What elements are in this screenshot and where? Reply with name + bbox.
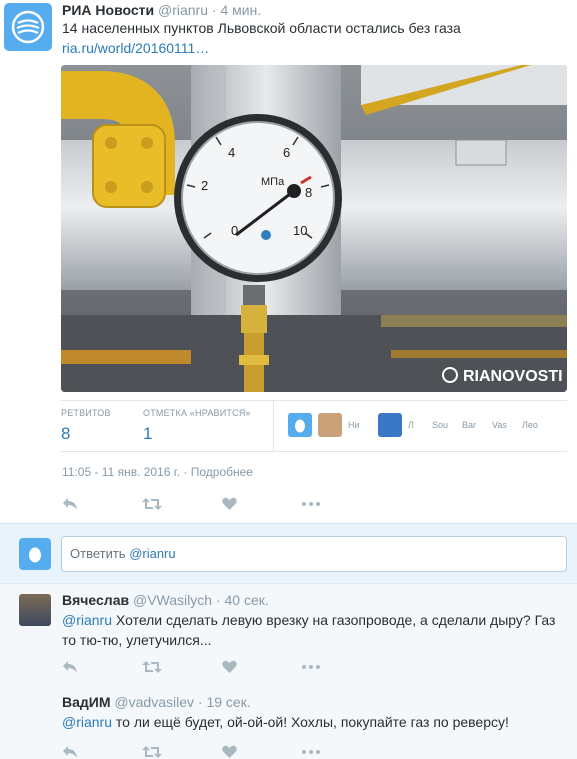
like-button[interactable] bbox=[222, 658, 302, 676]
more-button[interactable] bbox=[302, 743, 382, 759]
retweet-button[interactable] bbox=[142, 743, 222, 759]
heart-icon bbox=[222, 660, 237, 673]
liker-name[interactable]: Vas bbox=[492, 420, 516, 430]
reply-tweet[interactable]: ВадИМ @vadvasilev · 19 сек. @rianru то л… bbox=[0, 686, 577, 759]
tweet-link[interactable]: ria.ru/world/20160111… bbox=[62, 40, 209, 56]
liker-avatar[interactable] bbox=[288, 413, 312, 437]
reply-icon bbox=[63, 746, 77, 758]
reply-mention[interactable]: @rianru bbox=[62, 714, 112, 730]
reply-author-name[interactable]: Вячеслав bbox=[62, 592, 129, 608]
heart-icon bbox=[222, 745, 237, 758]
tweet-text: 14 населенных пунктов Львовской области … bbox=[62, 18, 562, 58]
tweet-stats: РЕТВИТОВ 8 ОТМЕТКА «НРАВИТСЯ» 1 Ни Л Sou… bbox=[61, 400, 567, 452]
liker-avatar[interactable] bbox=[318, 413, 342, 437]
reply-time[interactable]: 19 сек. bbox=[206, 694, 250, 710]
liker-name[interactable]: Sou bbox=[432, 420, 456, 430]
liker-name[interactable]: Bar bbox=[462, 420, 486, 430]
like-button[interactable] bbox=[222, 743, 302, 759]
reply-actions bbox=[62, 658, 382, 676]
liker-avatar[interactable] bbox=[378, 413, 402, 437]
reply-text: @rianru то ли ещё будет, ой-ой-ой! Хохлы… bbox=[62, 712, 567, 732]
meta-separator: · bbox=[215, 592, 221, 608]
tweet-header: РИА Новости @rianru · 4 мин. bbox=[62, 2, 261, 18]
heart-icon bbox=[222, 497, 237, 510]
reply-header: ВадИМ @vadvasilev · 19 сек. bbox=[62, 694, 251, 710]
reply-avatar[interactable] bbox=[19, 594, 51, 626]
gauge-tick-2: 2 bbox=[201, 178, 208, 193]
reply-actions bbox=[62, 743, 382, 759]
tweet-body: 14 населенных пунктов Львовской области … bbox=[62, 20, 461, 36]
meta-separator: · bbox=[211, 2, 217, 18]
reply-prefix: Ответить bbox=[70, 546, 130, 561]
tweet-timestamp: 11:05 - 11 янв. 2016 г. · Подробнее bbox=[62, 465, 253, 479]
tweet-time[interactable]: 4 мин. bbox=[220, 2, 261, 18]
more-button[interactable] bbox=[302, 658, 382, 676]
reply-body: то ли ещё будет, ой-ой-ой! Хохлы, покупа… bbox=[112, 714, 509, 730]
author-avatar[interactable] bbox=[4, 3, 52, 51]
timestamp-separator: · bbox=[183, 465, 188, 479]
reply-author-name[interactable]: ВадИМ bbox=[62, 694, 111, 710]
retweet-icon bbox=[142, 746, 162, 758]
likers-list: Ни Л Sou Bar Vas Лео bbox=[288, 413, 552, 437]
reply-input[interactable]: Ответить @rianru bbox=[61, 536, 567, 572]
tweet-photo[interactable]: 0 2 4 6 8 10 МПа RIANOVOSTI bbox=[61, 65, 567, 392]
likes-stat[interactable]: ОТМЕТКА «НРАВИТСЯ» 1 bbox=[143, 408, 251, 444]
reply-icon bbox=[63, 661, 77, 673]
ria-logo-icon bbox=[11, 10, 45, 44]
liker-name[interactable]: Ни bbox=[348, 420, 372, 430]
timestamp-text[interactable]: 11:05 - 11 янв. 2016 г. bbox=[62, 465, 180, 479]
gauge-unit: МПа bbox=[261, 176, 285, 188]
author-name[interactable]: РИА Новости bbox=[62, 2, 154, 18]
more-dots-icon bbox=[302, 502, 320, 506]
details-link[interactable]: Подробнее bbox=[191, 465, 253, 479]
gauge-tick-10: 10 bbox=[293, 223, 307, 238]
user-avatar bbox=[19, 538, 51, 570]
more-dots-icon bbox=[302, 665, 320, 669]
reply-author-handle[interactable]: @VWasilych bbox=[133, 592, 212, 608]
photo-watermark: RIANOVOSTI bbox=[463, 368, 563, 385]
more-dots-icon bbox=[302, 750, 320, 754]
liker-name[interactable]: Л bbox=[408, 420, 426, 430]
reply-compose: Ответить @rianru bbox=[0, 523, 577, 583]
retweet-button[interactable] bbox=[142, 495, 222, 513]
reply-body: Хотели сделать левую врезку на газопрово… bbox=[62, 612, 556, 648]
reply-button[interactable] bbox=[62, 495, 142, 513]
pressure-gauge-photo: 0 2 4 6 8 10 МПа RIANOVOSTI bbox=[61, 65, 567, 392]
liker-name[interactable]: Лео bbox=[522, 420, 546, 430]
egg-icon bbox=[295, 419, 305, 433]
retweets-count[interactable]: 8 bbox=[61, 424, 111, 444]
reply-time[interactable]: 40 сек. bbox=[224, 592, 268, 608]
like-button[interactable] bbox=[222, 495, 302, 513]
retweets-stat[interactable]: РЕТВИТОВ 8 bbox=[61, 408, 111, 444]
gauge-tick-6: 6 bbox=[283, 145, 290, 160]
likes-count[interactable]: 1 bbox=[143, 424, 251, 444]
more-button[interactable] bbox=[302, 495, 382, 513]
retweet-button[interactable] bbox=[142, 658, 222, 676]
tweet-actions bbox=[62, 495, 382, 513]
reply-button[interactable] bbox=[62, 743, 142, 759]
meta-separator: · bbox=[197, 694, 203, 710]
stats-divider bbox=[273, 401, 274, 451]
reply-handle: @rianru bbox=[129, 546, 176, 561]
gauge-tick-4: 4 bbox=[228, 145, 235, 160]
reply-text: @rianru Хотели сделать левую врезку на г… bbox=[62, 610, 567, 650]
author-handle[interactable]: @rianru bbox=[158, 2, 208, 18]
retweet-icon bbox=[142, 661, 162, 673]
reply-header: Вячеслав @VWasilych · 40 сек. bbox=[62, 592, 269, 608]
gauge-tick-8: 8 bbox=[305, 185, 312, 200]
retweets-label: РЕТВИТОВ bbox=[61, 408, 111, 418]
retweet-icon bbox=[142, 498, 162, 510]
egg-icon bbox=[29, 547, 41, 563]
likes-label: ОТМЕТКА «НРАВИТСЯ» bbox=[143, 408, 251, 418]
reply-tweet[interactable]: Вячеслав @VWasilych · 40 сек. @rianru Хо… bbox=[0, 583, 577, 686]
reply-author-handle[interactable]: @vadvasilev bbox=[114, 694, 194, 710]
reply-icon bbox=[63, 498, 77, 510]
reply-button[interactable] bbox=[62, 658, 142, 676]
main-tweet: РИА Новости @rianru · 4 мин. 14 населенн… bbox=[0, 0, 577, 523]
reply-mention[interactable]: @rianru bbox=[62, 612, 112, 628]
